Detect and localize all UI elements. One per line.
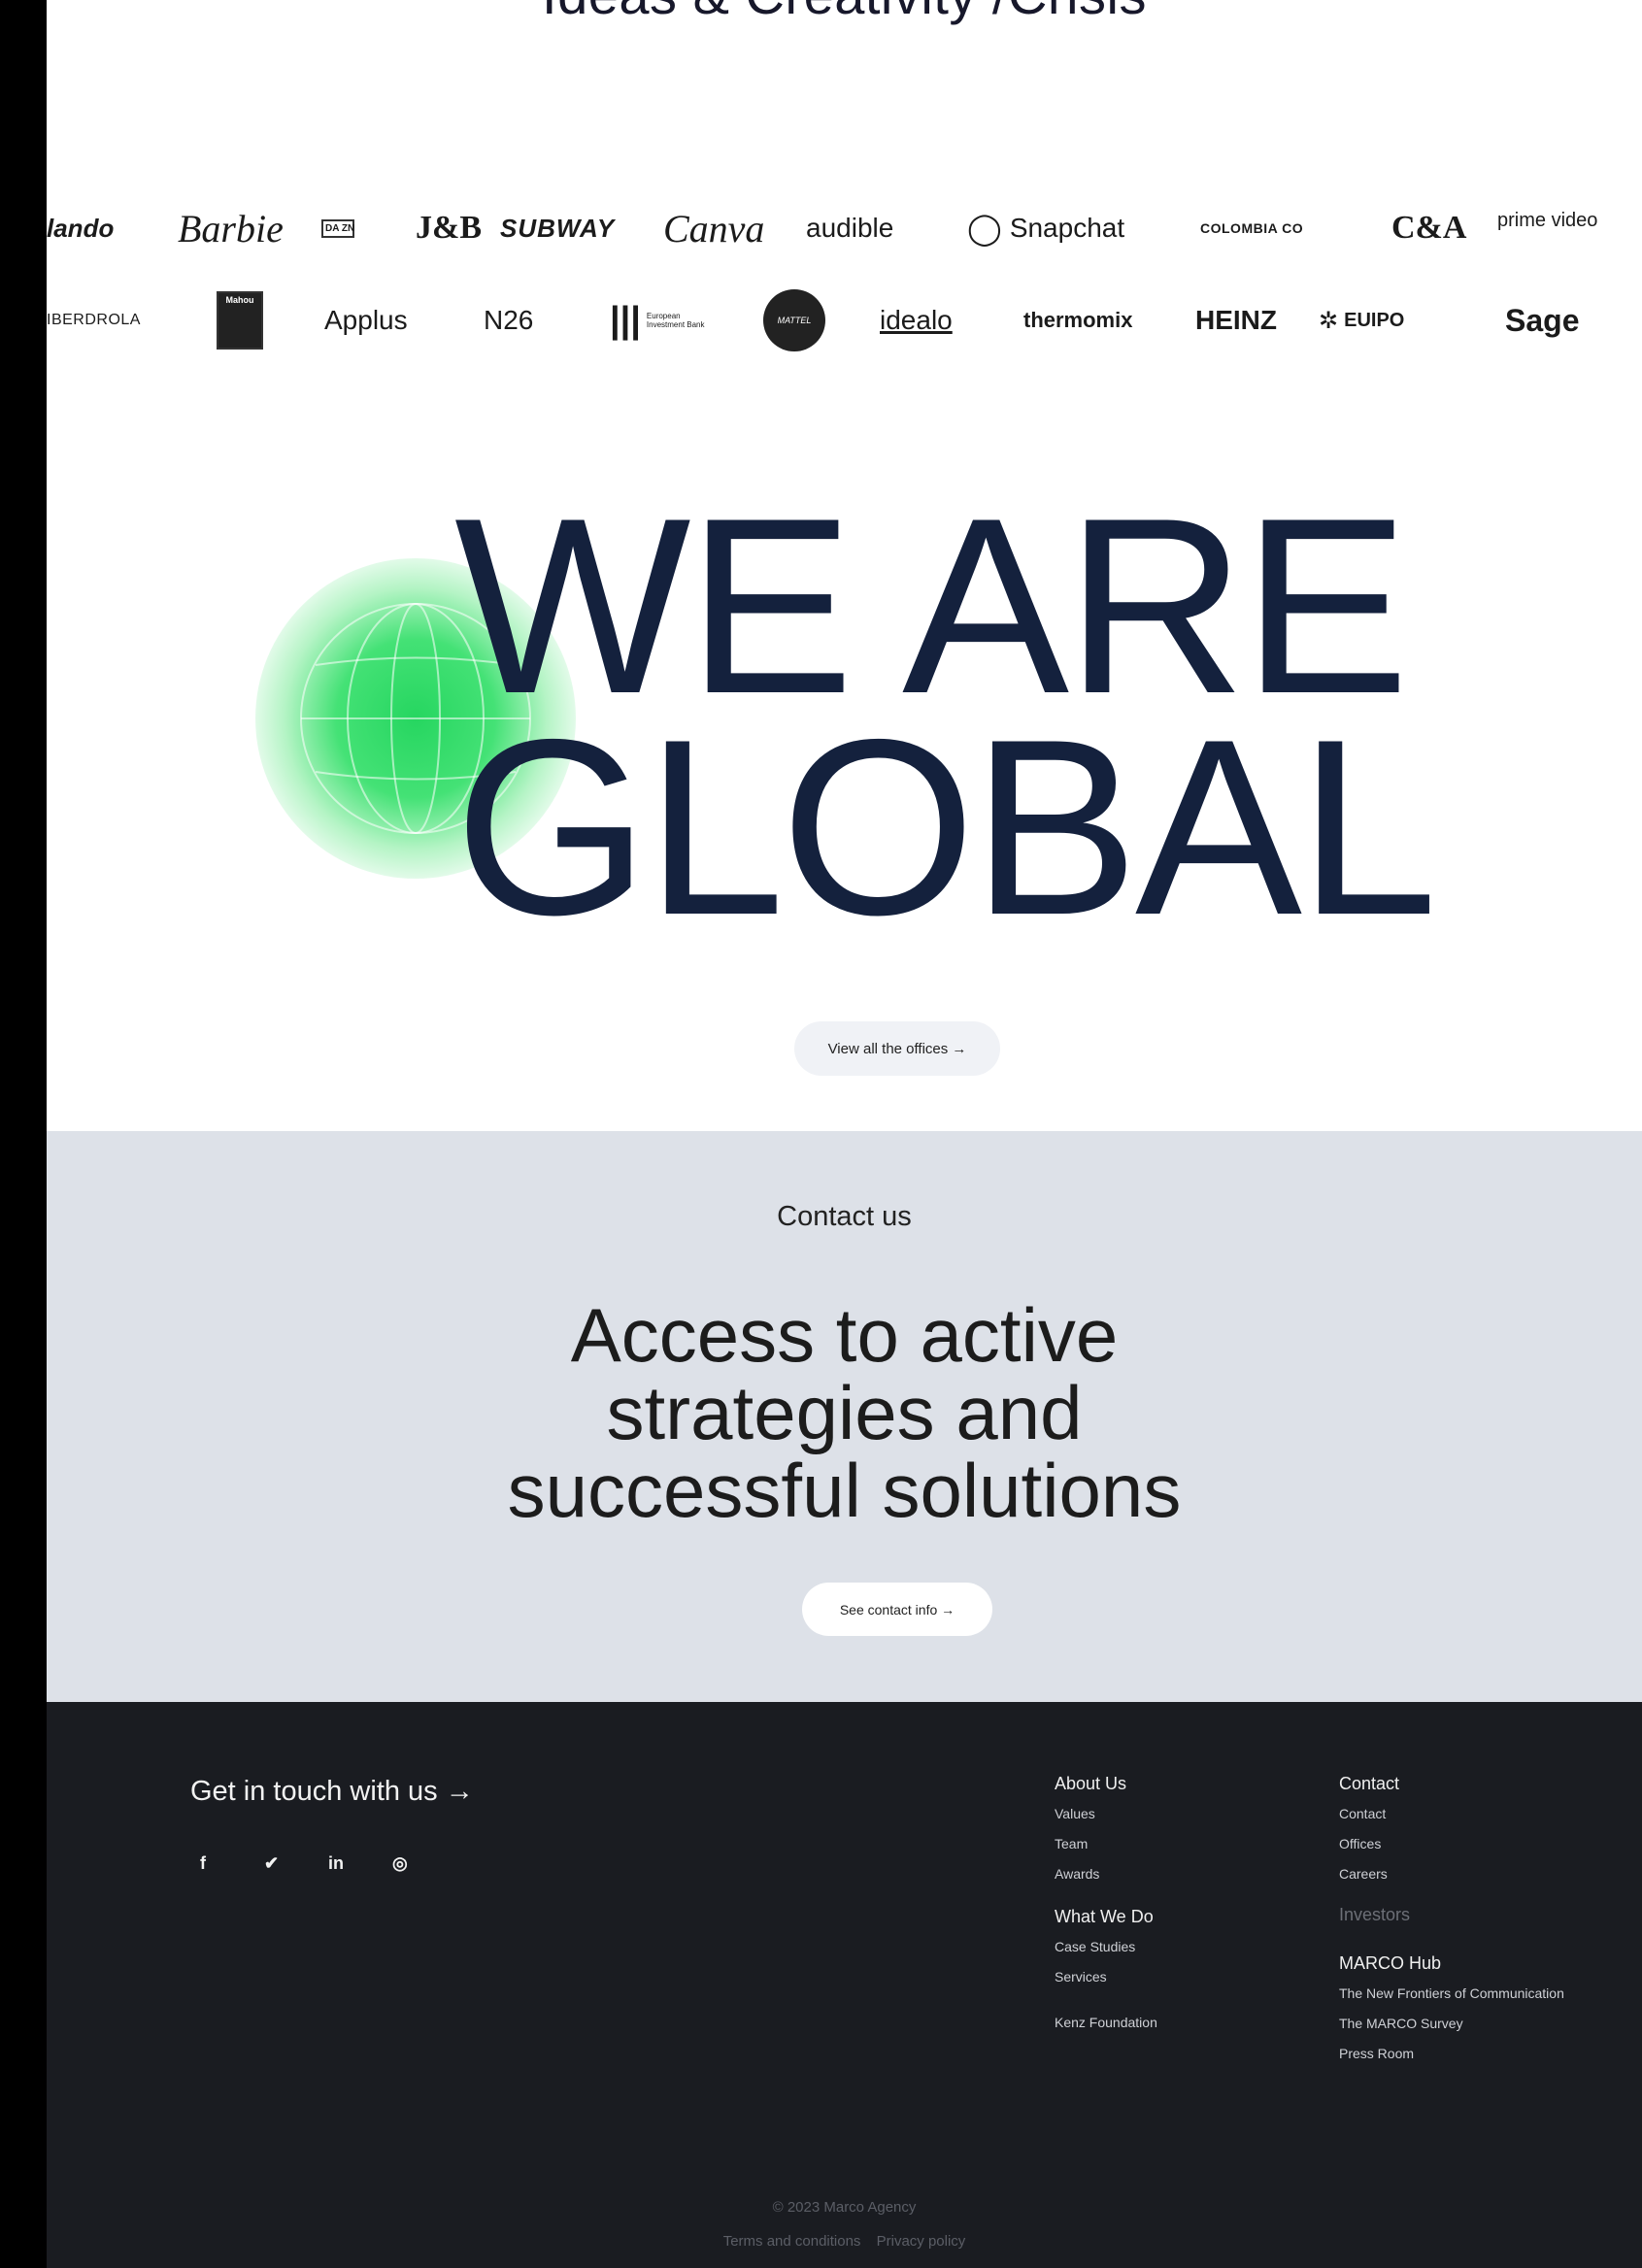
contact-title-line-3: successful solutions <box>507 1448 1182 1533</box>
contact-title-line-1: Access to active <box>570 1292 1119 1378</box>
logo-subway: SUBWAY <box>500 213 616 243</box>
footer-offices-link[interactable]: Offices <box>1339 1829 1564 1859</box>
logo-thermomix: thermomix <box>1023 308 1133 332</box>
logo-mahou: Mahou <box>217 291 263 350</box>
logo-prime-video: prime video <box>1497 209 1598 231</box>
facebook-icon[interactable]: f <box>200 1853 264 1874</box>
logo-eib: ||| European Investment Bank <box>610 299 705 341</box>
footer-column-contact: Contact Contact Offices Careers Investor… <box>1339 1768 1564 2069</box>
footer-press-link[interactable]: Press Room <box>1339 2039 1564 2069</box>
star-ring-icon: ✲ <box>1319 307 1339 334</box>
contact-section: Contact us Access to active strategies a… <box>47 1131 1642 1702</box>
footer-column-about: About Us Values Team Awards What We Do C… <box>1055 1768 1157 2038</box>
logo-mattel: MATTEL <box>763 289 825 351</box>
footer-values-link[interactable]: Values <box>1055 1799 1157 1829</box>
footer: Get in touch with us → f ✔ in ◎ About Us… <box>47 1702 1642 2268</box>
footer-investors-link[interactable]: Investors <box>1339 1899 1564 1930</box>
footer-careers-link[interactable]: Careers <box>1339 1859 1564 1889</box>
logo-euipo: ✲ EUIPO <box>1319 307 1405 334</box>
logo-iberdrola: IBERDROLA <box>47 312 141 328</box>
contact-eyebrow: Contact us <box>777 1201 912 1232</box>
footer-team-link[interactable]: Team <box>1055 1829 1157 1859</box>
twitter-icon[interactable]: ✔ <box>264 1853 328 1874</box>
privacy-link[interactable]: Privacy policy <box>877 2233 966 2250</box>
legal-links: Terms and conditions Privacy policy <box>47 2233 1642 2250</box>
logo-heinz: HEINZ <box>1195 305 1277 335</box>
footer-contact-link[interactable]: Contact <box>1339 1799 1564 1829</box>
page: Ideas & Creativity /Crisis lando Barbie … <box>47 0 1642 2268</box>
logo-audible: audible <box>806 213 894 243</box>
view-offices-button[interactable]: View all the offices → <box>794 1021 1000 1076</box>
terms-link[interactable]: Terms and conditions <box>723 2233 861 2250</box>
logo-ca: C&A <box>1391 210 1467 246</box>
logo-barbie: Barbie <box>178 206 284 250</box>
linkedin-icon[interactable]: in <box>328 1853 392 1874</box>
footer-frontiers-link[interactable]: The New Frontiers of Communication <box>1339 1979 1564 2009</box>
footer-what-we-do-link[interactable]: What We Do <box>1055 1901 1157 1932</box>
logo-applus: Applus <box>324 305 408 335</box>
contact-title: Access to active strategies and successf… <box>47 1296 1642 1529</box>
logo-sage: Sage <box>1505 302 1580 338</box>
footer-foundation-link[interactable]: Kenz Foundation <box>1055 2008 1157 2038</box>
social-links: f ✔ in ◎ <box>200 1853 456 1874</box>
logo-n26: N26 <box>484 305 534 335</box>
logo-idealo: idealo <box>880 305 953 335</box>
logo-colombia: COLOMBIA CO <box>1200 220 1304 236</box>
section-heading: Ideas & Creativity /Crisis <box>47 0 1642 26</box>
footer-services-link[interactable]: Services <box>1055 1962 1157 1992</box>
footer-survey-link[interactable]: The MARCO Survey <box>1339 2009 1564 2039</box>
client-logos-row-2: IBERDROLA Mahou Applus N26 ||| European … <box>47 289 1642 351</box>
logo-jb: J&B <box>416 210 482 246</box>
logo-canva: Canva <box>663 206 765 250</box>
logo-dazn: DA ZN <box>321 199 354 257</box>
footer-awards-link[interactable]: Awards <box>1055 1859 1157 1889</box>
client-logos-row-1: lando Barbie DA ZN J&B SUBWAY Canva audi… <box>47 199 1642 257</box>
footer-case-studies-link[interactable]: Case Studies <box>1055 1932 1157 1962</box>
logo-snapchat: ◯ Snapchat <box>967 211 1125 246</box>
footer-contact-heading[interactable]: Contact <box>1339 1768 1564 1799</box>
see-contact-info-button[interactable]: See contact info → <box>802 1583 992 1636</box>
footer-hub-link[interactable]: MARCO Hub <box>1339 1948 1564 1979</box>
logo-zalando: lando <box>47 213 115 243</box>
left-edge-bar <box>0 0 47 2268</box>
copyright: © 2023 Marco Agency <box>772 2199 917 2216</box>
global-heading: GLOBAL <box>454 686 1438 967</box>
ghost-icon: ◯ <box>967 211 1002 246</box>
instagram-icon[interactable]: ◎ <box>392 1853 456 1874</box>
get-in-touch-link[interactable]: Get in touch with us → <box>190 1776 474 1808</box>
contact-title-line-2: strategies and <box>606 1370 1083 1455</box>
footer-about-link[interactable]: About Us <box>1055 1768 1157 1799</box>
